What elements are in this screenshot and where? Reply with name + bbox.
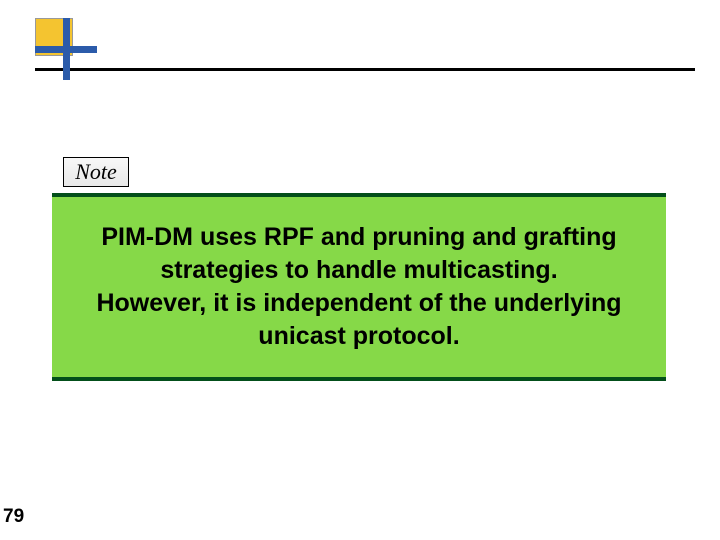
blue-cross-vertical — [63, 18, 70, 80]
horizontal-rule — [35, 68, 695, 71]
note-box: Note — [63, 157, 129, 187]
header-decoration — [35, 18, 695, 78]
content-band: PIM-DM uses RPF and pruning and grafting… — [52, 193, 666, 381]
note-label: Note — [75, 159, 117, 185]
body-text: PIM-DM uses RPF and pruning and grafting… — [80, 221, 638, 353]
page-number: 79 — [3, 506, 24, 528]
